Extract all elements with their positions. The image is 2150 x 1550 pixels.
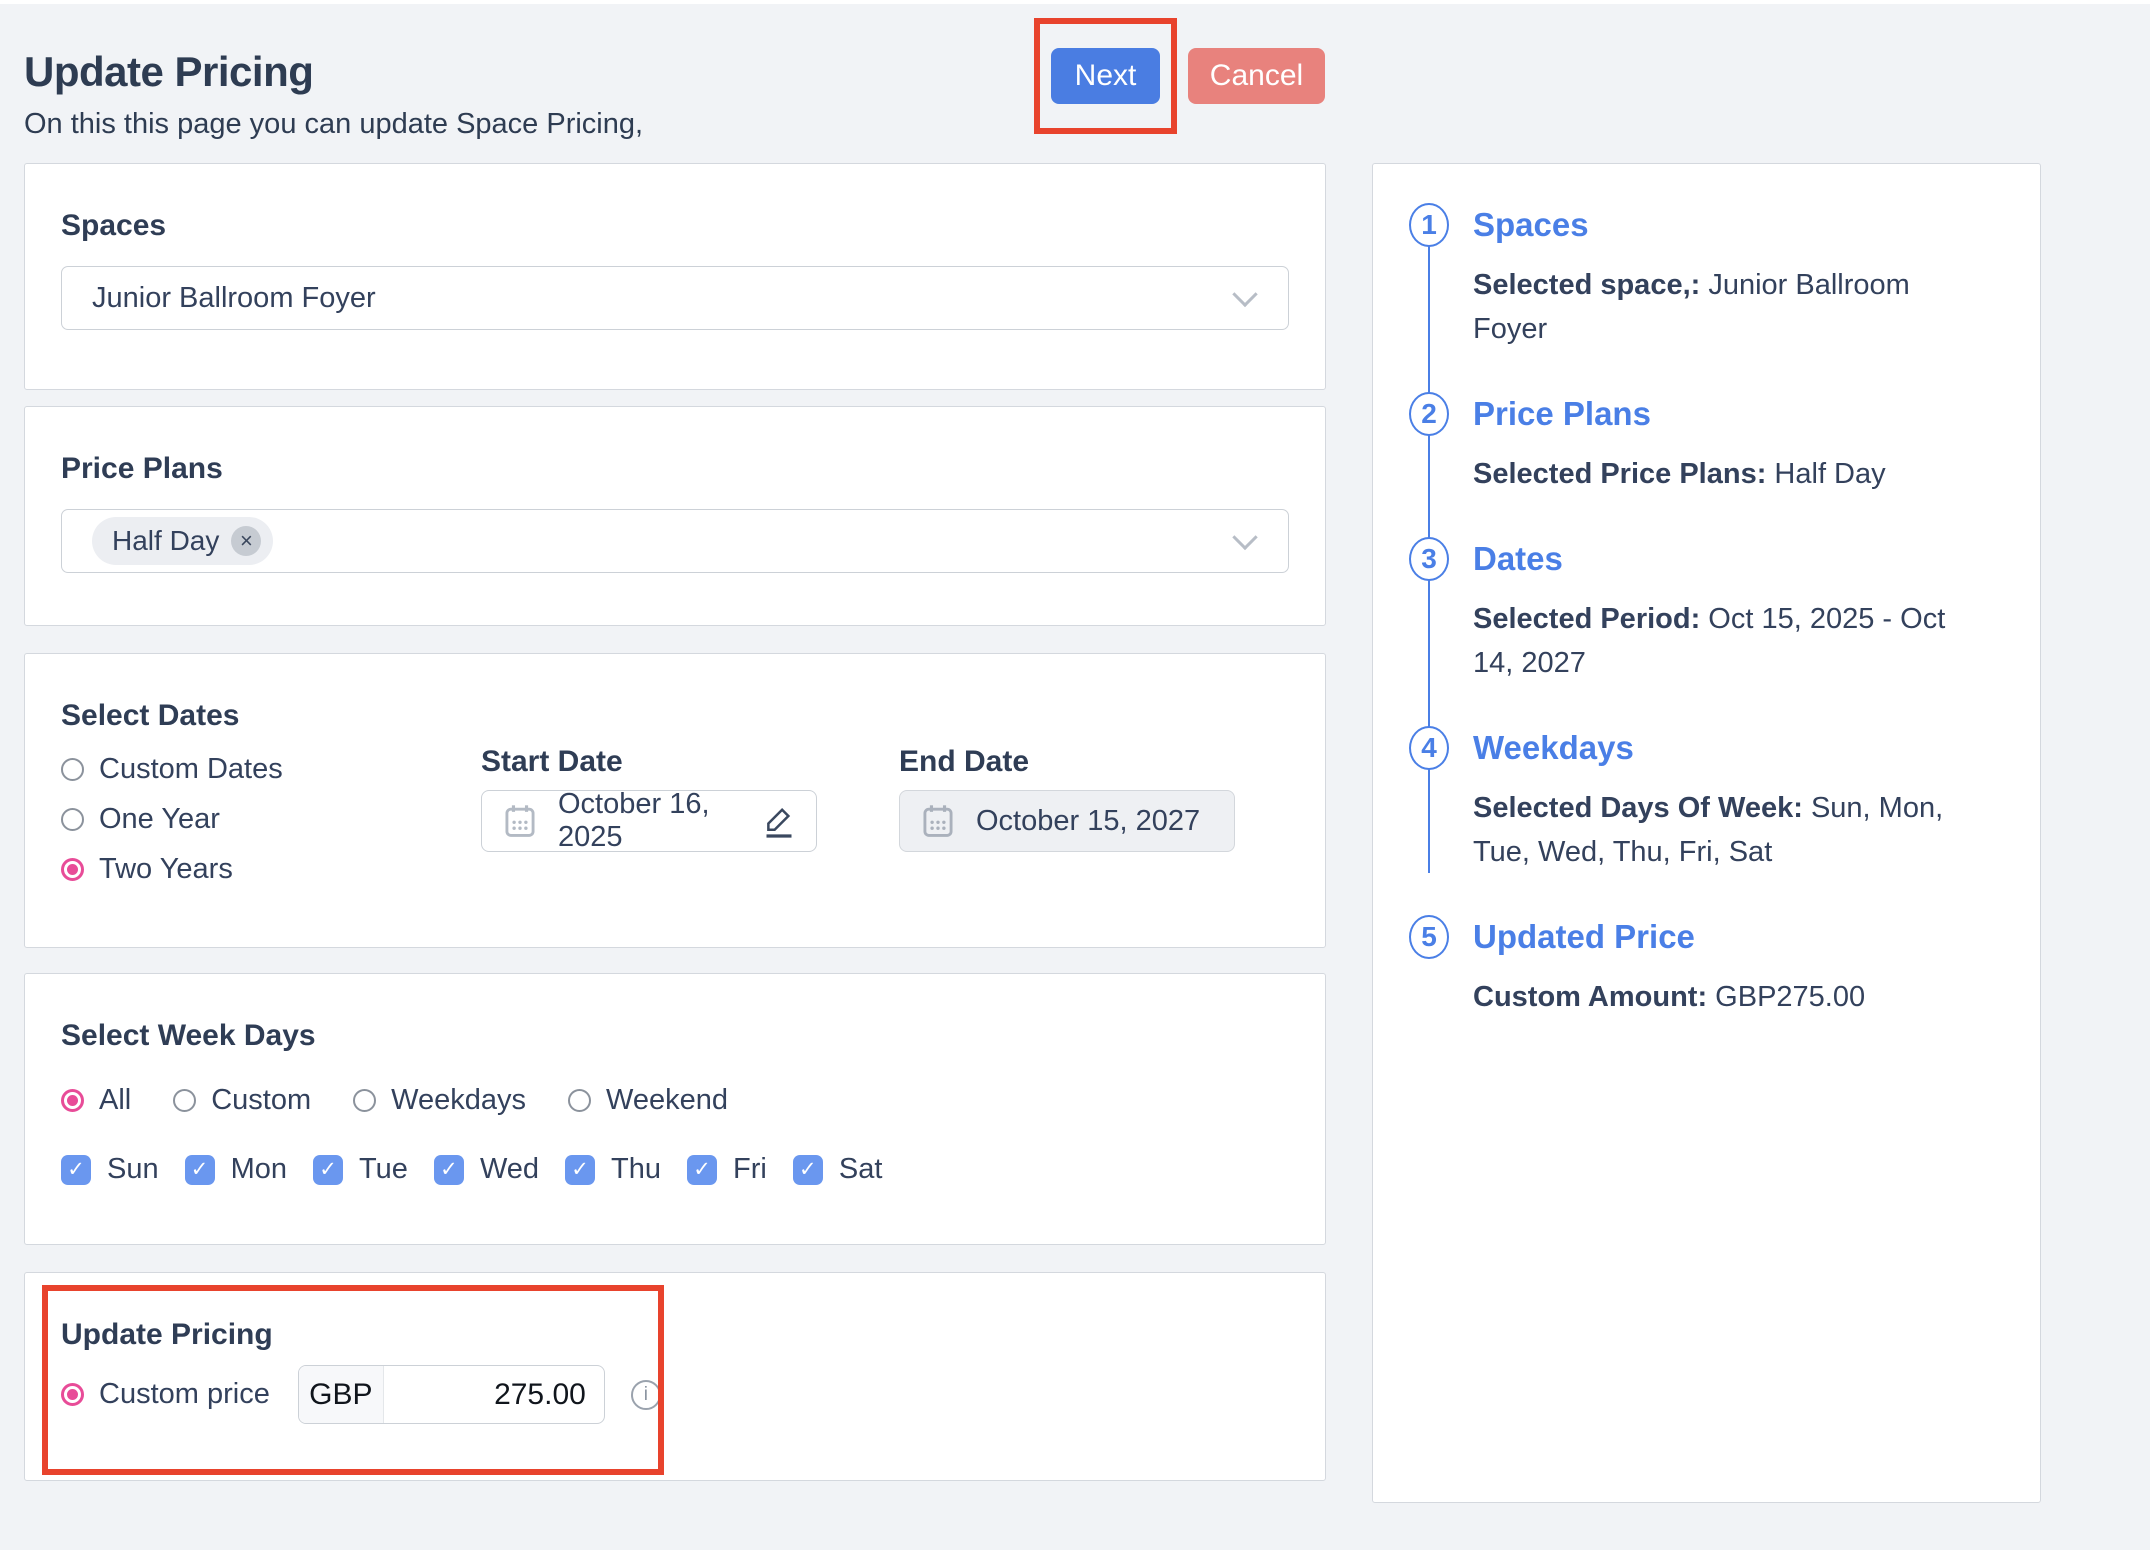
checkbox-mon[interactable]: ✓ Mon [185, 1153, 287, 1186]
step-title-spaces[interactable]: Spaces [1473, 206, 1589, 244]
checkbox-sat[interactable]: ✓ Sat [793, 1153, 883, 1186]
step-description: Selected Price Plans: Half Day [1473, 452, 1978, 496]
step-title-updated-price[interactable]: Updated Price [1473, 918, 1695, 956]
check-icon: ✓ [434, 1155, 464, 1185]
end-date-group: End Date October 15, [899, 744, 1235, 852]
custom-price-input[interactable] [384, 1366, 604, 1423]
update-pricing-page: Update Pricing On this this page you can… [0, 4, 2150, 1550]
radio-option-one-year[interactable]: One Year [61, 794, 481, 844]
date-range-options: Custom Dates One Year Two Years [61, 744, 481, 894]
calendar-icon [504, 804, 536, 838]
summary-step-weekdays: 4 Weekdays Selected Days Of Week: Sun, M… [1373, 726, 2040, 874]
select-dates-label: Select Dates [61, 698, 1289, 734]
summary-step-spaces: 1 Spaces Selected space,: Junior Ballroo… [1373, 164, 2040, 351]
currency-prefix: GBP [299, 1366, 384, 1423]
radio-icon [568, 1089, 591, 1112]
day-checkboxes: ✓ Sun ✓ Mon ✓ Tue ✓ Wed [61, 1153, 1289, 1186]
spaces-select[interactable]: Junior Ballroom Foyer [61, 266, 1289, 330]
remove-icon[interactable]: × [231, 526, 261, 556]
cancel-button[interactable]: Cancel [1188, 48, 1325, 104]
radio-icon-selected [61, 858, 84, 881]
step-title-dates[interactable]: Dates [1473, 540, 1563, 578]
radio-icon [173, 1089, 196, 1112]
price-plan-chip: Half Day × [92, 517, 273, 565]
radio-icon [353, 1089, 376, 1112]
start-date-value: October 16, 2025 [558, 788, 756, 854]
calendar-icon [922, 804, 954, 838]
radio-option-weekdays[interactable]: Weekdays [353, 1084, 526, 1117]
check-icon: ✓ [687, 1155, 717, 1185]
summary-step-updated-price: 5 Updated Price Custom Amount: GBP275.00 [1373, 915, 2040, 1019]
summary-panel: 1 Spaces Selected space,: Junior Ballroo… [1372, 163, 2041, 1503]
select-week-days-label: Select Week Days [61, 1018, 1289, 1054]
price-plan-chip-label: Half Day [112, 525, 219, 557]
step-title-price-plans[interactable]: Price Plans [1473, 395, 1651, 433]
spaces-selected-value: Junior Ballroom Foyer [92, 282, 376, 315]
end-date-label: End Date [899, 744, 1235, 780]
step-number: 4 [1409, 726, 1449, 770]
radio-icon [61, 758, 84, 781]
step-description: Selected Period: Oct 15, 2025 - Oct 14, … [1473, 597, 1978, 685]
next-button-highlight: Next [1034, 18, 1177, 134]
radio-option-custom[interactable]: Custom [173, 1084, 311, 1117]
step-description: Custom Amount: GBP275.00 [1473, 975, 1978, 1019]
summary-step-price-plans: 2 Price Plans Selected Price Plans: Half… [1373, 392, 2040, 496]
check-icon: ✓ [565, 1155, 595, 1185]
start-date-group: Start Date October 1 [481, 744, 817, 852]
start-date-label: Start Date [481, 744, 817, 780]
update-pricing-label: Update Pricing [61, 1317, 1289, 1353]
radio-option-all[interactable]: All [61, 1084, 131, 1117]
next-button[interactable]: Next [1051, 48, 1160, 104]
select-dates-section: Select Dates Custom Dates One Year [24, 653, 1326, 948]
step-description: Selected Days Of Week: Sun, Mon, Tue, We… [1473, 786, 1978, 874]
summary-step-dates: 3 Dates Selected Period: Oct 15, 2025 - … [1373, 537, 2040, 685]
start-date-field[interactable]: October 16, 2025 [481, 790, 817, 852]
end-date-value: October 15, 2027 [976, 805, 1212, 838]
step-number: 2 [1409, 392, 1449, 436]
step-number: 5 [1409, 915, 1449, 959]
check-icon: ✓ [185, 1155, 215, 1185]
edit-icon[interactable] [764, 804, 794, 838]
price-plans-section: Price Plans Half Day × [24, 406, 1326, 626]
week-mode-options: All Custom Weekdays Weekend [61, 1084, 1289, 1117]
select-week-days-section: Select Week Days All Custom Weekdays [24, 973, 1326, 1245]
check-icon: ✓ [313, 1155, 343, 1185]
chevron-down-icon [1232, 282, 1257, 307]
radio-option-two-years[interactable]: Two Years [61, 844, 481, 894]
checkbox-sun[interactable]: ✓ Sun [61, 1153, 159, 1186]
step-title-weekdays[interactable]: Weekdays [1473, 729, 1634, 767]
info-icon[interactable]: i [631, 1380, 661, 1410]
chevron-down-icon [1232, 525, 1257, 550]
checkbox-fri[interactable]: ✓ Fri [687, 1153, 767, 1186]
check-icon: ✓ [793, 1155, 823, 1185]
price-plans-select[interactable]: Half Day × [61, 509, 1289, 573]
step-description: Selected space,: Junior Ballroom Foyer [1473, 263, 1978, 351]
radio-icon-selected [61, 1383, 84, 1406]
custom-price-input-group: GBP [298, 1365, 605, 1424]
check-icon: ✓ [61, 1155, 91, 1185]
radio-option-custom-price[interactable]: Custom price [61, 1378, 270, 1411]
price-plans-label: Price Plans [61, 451, 1289, 487]
radio-option-weekend[interactable]: Weekend [568, 1084, 728, 1117]
step-number: 3 [1409, 537, 1449, 581]
radio-icon [61, 808, 84, 831]
end-date-field: October 15, 2027 [899, 790, 1235, 852]
checkbox-thu[interactable]: ✓ Thu [565, 1153, 661, 1186]
form-column: Spaces Junior Ballroom Foyer Price Plans… [24, 163, 1326, 1481]
checkbox-wed[interactable]: ✓ Wed [434, 1153, 539, 1186]
checkbox-tue[interactable]: ✓ Tue [313, 1153, 408, 1186]
radio-option-custom-dates[interactable]: Custom Dates [61, 744, 481, 794]
spaces-section: Spaces Junior Ballroom Foyer [24, 163, 1326, 390]
radio-icon-selected [61, 1089, 84, 1112]
step-number: 1 [1409, 203, 1449, 247]
update-pricing-section: Update Pricing Custom price GBP i [24, 1272, 1326, 1481]
spaces-label: Spaces [61, 208, 1289, 244]
